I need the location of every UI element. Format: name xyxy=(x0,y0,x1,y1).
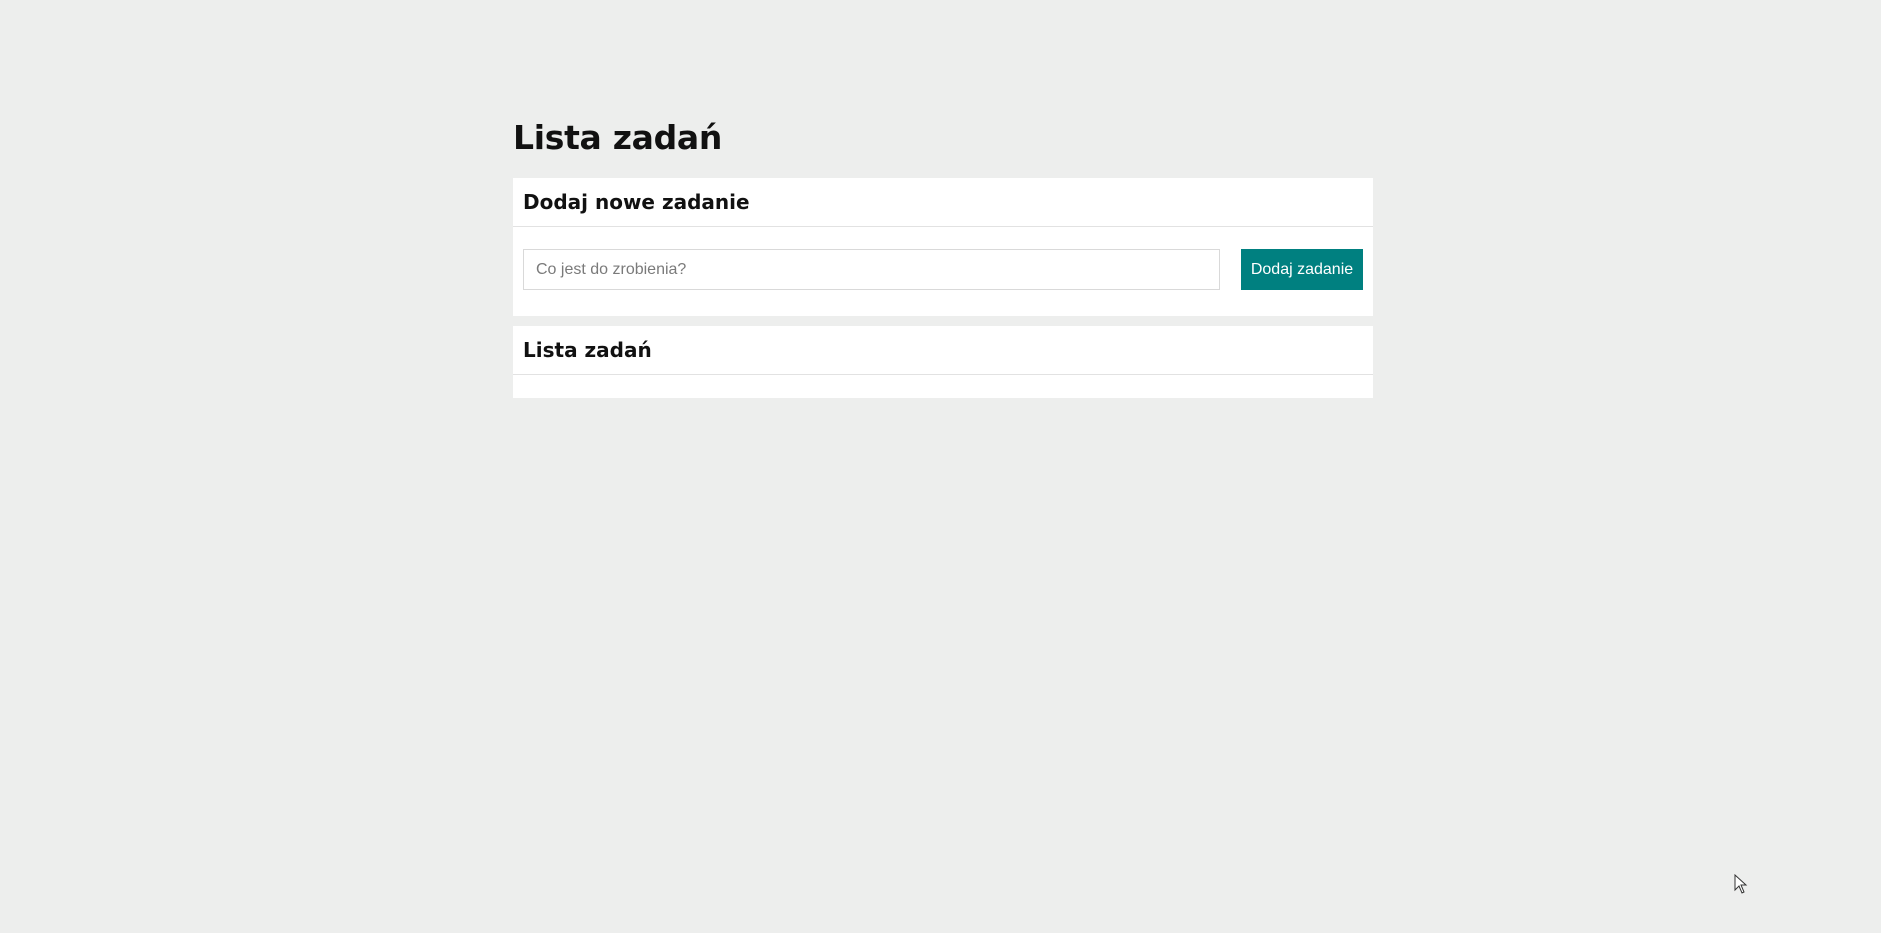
add-task-card-header: Dodaj nowe zadanie xyxy=(513,178,1373,227)
add-task-card: Dodaj nowe zadanie Dodaj zadanie xyxy=(513,178,1373,316)
add-task-form: Dodaj zadanie xyxy=(523,249,1363,290)
add-task-button[interactable]: Dodaj zadanie xyxy=(1241,249,1363,290)
arrow-pointer-icon xyxy=(1734,874,1748,894)
task-list-card-header: Lista zadań xyxy=(513,326,1373,375)
task-list-card: Lista zadań xyxy=(513,326,1373,398)
task-list-card-title: Lista zadań xyxy=(523,338,652,362)
task-list xyxy=(513,375,1373,397)
task-input[interactable] xyxy=(523,249,1220,290)
add-task-card-title: Dodaj nowe zadanie xyxy=(523,190,750,214)
page-title: Lista zadań xyxy=(513,118,723,157)
